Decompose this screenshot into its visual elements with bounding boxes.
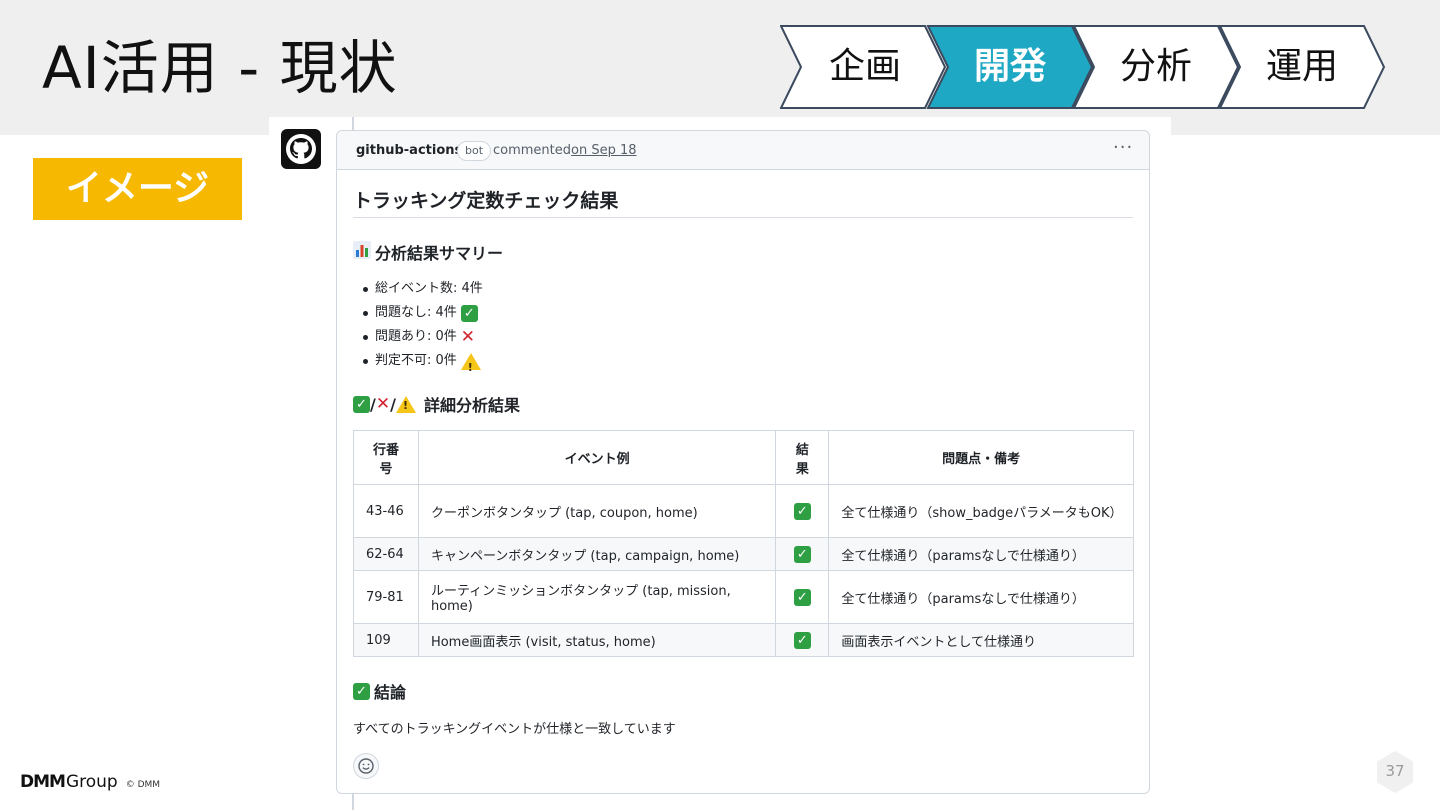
more-icon[interactable]: ··· [1113, 137, 1133, 158]
table-row: 62-64 キャンペーンボタンタップ (tap, campaign, home)… [353, 537, 1134, 571]
cell-event: クーポンボタンタップ (tap, coupon, home) [417, 484, 777, 538]
summary-item-total: 総イベント数: 4件 [361, 277, 483, 301]
header-text: 号 [379, 461, 393, 477]
cell-lines: 62-64 [353, 537, 419, 571]
conclusion-heading-text: 結論 [374, 683, 407, 702]
comment-date-link[interactable]: on Sep 18 [571, 143, 637, 158]
step-label-3: 分析 [1119, 46, 1192, 87]
cell-result: ✓ [775, 537, 830, 571]
summary-item-text: 総イベント数: 4件 [375, 281, 483, 296]
cell-note: 全て仕様通り（show_badgeパラメータもOK） [828, 484, 1134, 538]
table-row: 43-46 クーポンボタンタップ (tap, coupon, home) ✓ 全… [353, 484, 1134, 538]
github-logo-icon[interactable] [281, 129, 321, 169]
warning-icon [460, 352, 481, 380]
cell-event: キャンペーンボタンタップ (tap, campaign, home) [417, 537, 777, 571]
page-number: 37 [1385, 762, 1405, 780]
step-label-2-active: 開発 [973, 46, 1046, 87]
cell-lines: 79-81 [353, 570, 419, 624]
check-icon: ✓ [793, 545, 811, 563]
cell-note: 画面表示イベントとして仕様通り [828, 623, 1134, 657]
comment-action-text: commented [493, 143, 572, 158]
smiley-icon[interactable] [353, 753, 379, 779]
cell-note: 全て仕様通り（paramsなしで仕様通り） [828, 537, 1134, 571]
cross-icon: ✕ [375, 393, 391, 414]
cell-lines: 43-46 [353, 484, 419, 538]
step-label-1: 企画 [828, 46, 901, 87]
slide-title: AI活用 - 現状 [42, 34, 398, 102]
table-header-event: イベント例 [417, 430, 777, 485]
summary-item-undetermined: 判定不可: 0件 [361, 349, 483, 380]
logo-dmm-text: DMM [20, 772, 66, 792]
page-number-badge: 37 [1375, 750, 1415, 794]
process-steps: 企画 開発 分析 運用 [780, 25, 1390, 109]
comment-author-link[interactable]: github-actions [356, 143, 462, 158]
warning-icon [395, 395, 416, 413]
detail-heading: ✓ / ✕ / 詳細分析結果 [353, 392, 520, 416]
summary-item-ok: 問題なし: 4件 ✓ [361, 301, 483, 325]
check-icon: ✓ [793, 502, 811, 520]
logo-group-text: Group [65, 772, 118, 792]
cell-result: ✓ [775, 570, 830, 624]
check-icon: ✓ [793, 588, 811, 606]
check-icon: ✓ [793, 631, 811, 649]
comment-header: github-actions bot commented on Sep 18 ·… [337, 131, 1149, 170]
cell-note: 全て仕様通り（paramsなしで仕様通り） [828, 570, 1134, 624]
conclusion-heading: ✓ 結論 [353, 679, 406, 703]
pr-comment: github-actions bot commented on Sep 18 ·… [336, 130, 1150, 794]
cell-event: Home画面表示 (visit, status, home) [417, 623, 777, 657]
detail-heading-text: 詳細分析結果 [423, 396, 520, 415]
summary-item-text: 問題あり: 0件 [375, 329, 457, 344]
heading-rule [353, 217, 1133, 218]
summary-item-ng: 問題あり: 0件 ✕ [361, 325, 483, 349]
summary-list: 総イベント数: 4件 問題なし: 4件 ✓ 問題あり: 0件 ✕ 判定不可: 0… [361, 277, 483, 380]
bot-badge: bot [457, 141, 492, 161]
check-icon: ✓ [353, 682, 370, 700]
conclusion-text: すべてのトラッキングイベントが仕様と一致しています [353, 722, 676, 737]
summary-heading-text: 分析結果サマリー [375, 244, 504, 263]
header-text: 行番 [372, 442, 399, 458]
table-row: 109 Home画面表示 (visit, status, home) ✓ 画面表… [353, 623, 1134, 657]
cell-event: ルーティンミッションボタンタップ (tap, mission, home) [417, 570, 777, 624]
cross-icon: ✕ [460, 326, 476, 347]
chart-icon [353, 241, 371, 263]
cell-lines: 109 [353, 623, 419, 657]
copyright-text: © DMM [125, 780, 161, 790]
summary-item-text: 判定不可: 0件 [375, 353, 457, 368]
step-label-4: 運用 [1265, 46, 1338, 87]
result-table: 行番 号 イベント例 結 果 問題点・備考 43-46 クーポンボタンタップ (… [353, 430, 1134, 657]
table-header-row: 行番 号 イベント例 結 果 問題点・備考 [353, 430, 1134, 485]
comment-heading: トラッキング定数チェック結果 [353, 190, 619, 212]
header-text: 結 [795, 442, 809, 458]
cell-result: ✓ [775, 623, 830, 657]
table-row: 79-81 ルーティンミッションボタンタップ (tap, mission, ho… [353, 570, 1134, 624]
summary-heading: 分析結果サマリー [353, 240, 503, 264]
cell-result: ✓ [775, 484, 830, 538]
header-text: 果 [795, 461, 809, 477]
table-header-notes: 問題点・備考 [828, 430, 1134, 485]
dmm-group-logo: DMM Group © DMM [20, 772, 160, 792]
image-badge: イメージ [33, 158, 242, 220]
summary-item-text: 問題なし: 4件 [375, 305, 457, 320]
table-header-result: 結 果 [775, 430, 830, 485]
check-icon: ✓ [460, 304, 478, 322]
table-header-line-no: 行番 号 [353, 430, 419, 485]
check-icon: ✓ [353, 395, 370, 413]
